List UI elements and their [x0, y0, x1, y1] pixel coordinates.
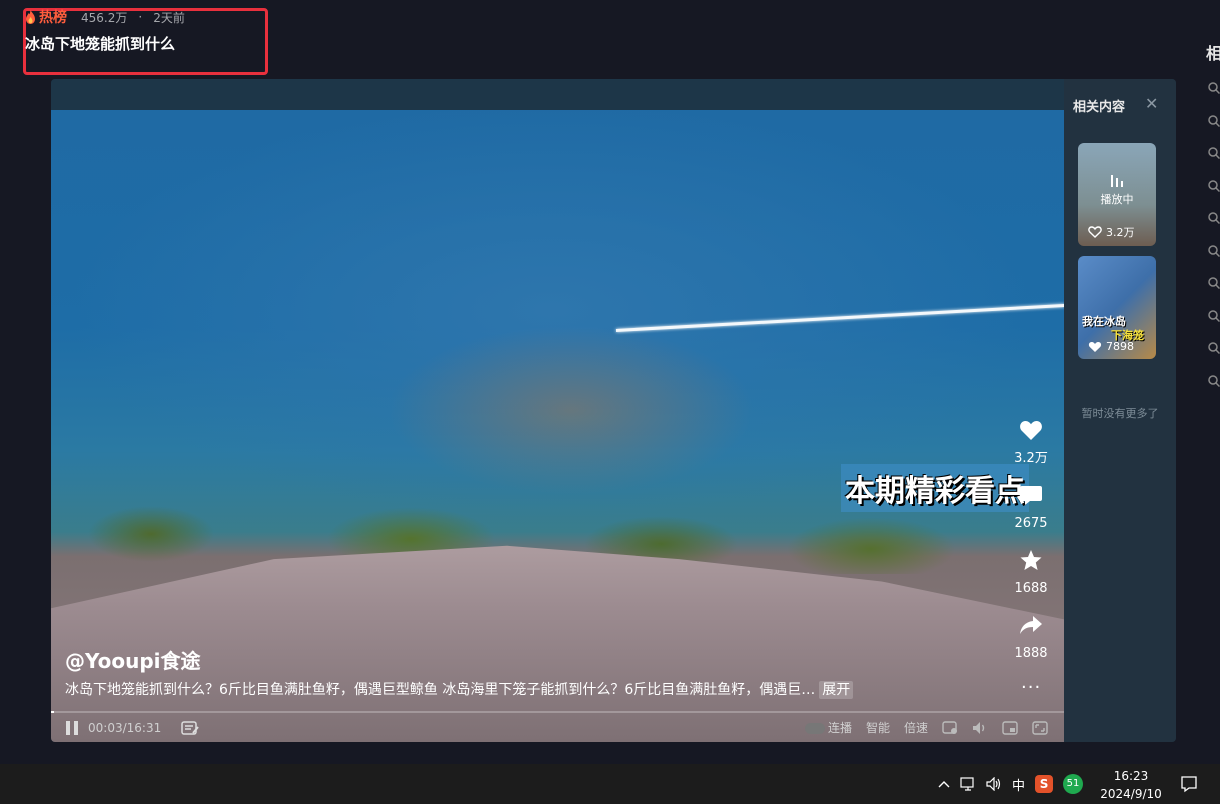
- smart-button[interactable]: 智能: [866, 719, 890, 736]
- fire-icon: [26, 10, 35, 24]
- taskbar: 中 S 51 16:23 2024/9/10: [0, 764, 1220, 804]
- video-player[interactable]: 本期精彩看点 3.2万 2675 1688 1888 @Yooupi食途 冰岛下…: [51, 79, 1176, 742]
- hot-meta: 热榜 456.2万 · 2天前: [25, 7, 185, 27]
- speed-button[interactable]: 倍速: [904, 719, 928, 736]
- related-video-card[interactable]: 我在冰岛 下海笼 7898: [1078, 256, 1156, 359]
- comment-icon: [1020, 486, 1042, 505]
- picture-icon[interactable]: [942, 720, 958, 735]
- danmaku-icon[interactable]: [181, 720, 199, 735]
- clock[interactable]: 16:23 2024/9/10: [1096, 767, 1166, 803]
- no-more-text: 暂时没有更多了: [1081, 407, 1159, 420]
- search-icon[interactable]: [1208, 82, 1220, 94]
- close-button[interactable]: ✕: [1145, 94, 1158, 113]
- share-count: 1888: [1014, 646, 1048, 661]
- toggle-icon: [804, 723, 825, 734]
- playing-bars-icon: [1111, 175, 1123, 187]
- sogou-ime-icon[interactable]: S: [1035, 775, 1054, 793]
- video-overlay-caption: 本期精彩看点: [841, 464, 1029, 512]
- share-icon: [1020, 616, 1042, 634]
- related-video-card[interactable]: 播放中 3.2万: [1078, 143, 1156, 246]
- search-icon[interactable]: [1208, 277, 1220, 289]
- separator-dot: ·: [138, 10, 143, 24]
- system-tray: 中 S 51: [938, 764, 1084, 804]
- search-icon[interactable]: [1208, 309, 1220, 322]
- video-frame[interactable]: 本期精彩看点 3.2万 2675 1688 1888 @Yooupi食途 冰岛下…: [51, 79, 1064, 742]
- favorite-button[interactable]: 1688: [1006, 549, 1056, 596]
- search-icon[interactable]: [1208, 244, 1220, 257]
- now-playing: 播放中: [1078, 173, 1156, 207]
- ime-indicator[interactable]: 中: [1012, 775, 1025, 794]
- app-badge-icon[interactable]: 51: [1063, 774, 1084, 794]
- more-options-button[interactable]: ···: [1021, 677, 1041, 698]
- share-button[interactable]: 1888: [1006, 614, 1056, 661]
- search-icon[interactable]: [1208, 114, 1220, 127]
- related-panel: 相关内容 ✕ 播放中 3.2万 我在冰岛 下海笼 7898 暂时没有更多了: [1064, 79, 1176, 742]
- clock-date: 2024/9/10: [1100, 787, 1162, 801]
- autoplay-toggle[interactable]: 连播: [804, 719, 852, 736]
- favorite-count: 1688: [1014, 581, 1048, 596]
- video-title[interactable]: 冰岛下地笼能抓到什么: [25, 33, 175, 54]
- speaker-icon[interactable]: [986, 777, 1002, 791]
- comment-button[interactable]: 2675: [1006, 484, 1056, 531]
- star-icon: [1020, 550, 1042, 570]
- card-likes: 7898: [1088, 340, 1134, 353]
- pip-icon[interactable]: [1002, 720, 1018, 735]
- like-button[interactable]: 3.2万: [1006, 419, 1056, 466]
- right-search-list: [1208, 82, 1220, 407]
- card-likes: 3.2万: [1088, 224, 1135, 240]
- author-name[interactable]: @Yooupi食途: [65, 645, 201, 674]
- action-bar: 3.2万 2675 1688 1888: [1006, 419, 1056, 679]
- search-icon[interactable]: [1208, 342, 1220, 354]
- chevron-up-icon[interactable]: [938, 780, 950, 788]
- comment-count: 2675: [1014, 516, 1048, 531]
- search-icon[interactable]: [1208, 374, 1220, 387]
- like-count: 3.2万: [1014, 451, 1048, 466]
- description-text: 冰岛下地笼能抓到什么？6斤比目鱼满肚鱼籽，偶遇巨型鲸鱼 冰岛海里下笼子能抓到什么…: [65, 682, 816, 698]
- search-icon[interactable]: [1208, 147, 1220, 159]
- fullscreen-icon[interactable]: [1032, 720, 1048, 735]
- card-like-count: 3.2万: [1106, 226, 1135, 239]
- search-icon[interactable]: [1208, 212, 1220, 224]
- card-like-count: 7898: [1106, 340, 1134, 353]
- video-description: 冰岛下地笼能抓到什么？6斤比目鱼满肚鱼籽，偶遇巨型鲸鱼 冰岛海里下笼子能抓到什么…: [65, 679, 1015, 699]
- notification-icon[interactable]: [1180, 775, 1198, 793]
- time-ago: 2天前: [153, 10, 185, 25]
- view-count: 456.2万: [81, 10, 128, 25]
- control-bar: 00:03/16:31 连播 智能 倍速: [51, 713, 1064, 742]
- playback-time: 00:03/16:31: [88, 720, 162, 735]
- heart-icon: [1088, 341, 1102, 352]
- now-playing-label: 播放中: [1100, 193, 1134, 206]
- heart-outline-icon: [1088, 226, 1102, 238]
- clock-time: 16:23: [1113, 769, 1149, 783]
- expand-button[interactable]: 展开: [819, 681, 854, 699]
- hot-list-label[interactable]: 热榜: [39, 7, 67, 27]
- heart-icon: [1020, 421, 1042, 440]
- volume-icon[interactable]: [972, 721, 988, 735]
- search-icon[interactable]: [1208, 179, 1220, 192]
- autoplay-label: 连播: [827, 721, 852, 735]
- right-column-heading: 相: [1206, 44, 1220, 63]
- related-title: 相关内容: [1073, 100, 1126, 115]
- pause-icon[interactable]: [66, 720, 78, 735]
- control-right: 连播 智能 倍速: [804, 719, 1048, 736]
- network-icon[interactable]: [960, 777, 976, 791]
